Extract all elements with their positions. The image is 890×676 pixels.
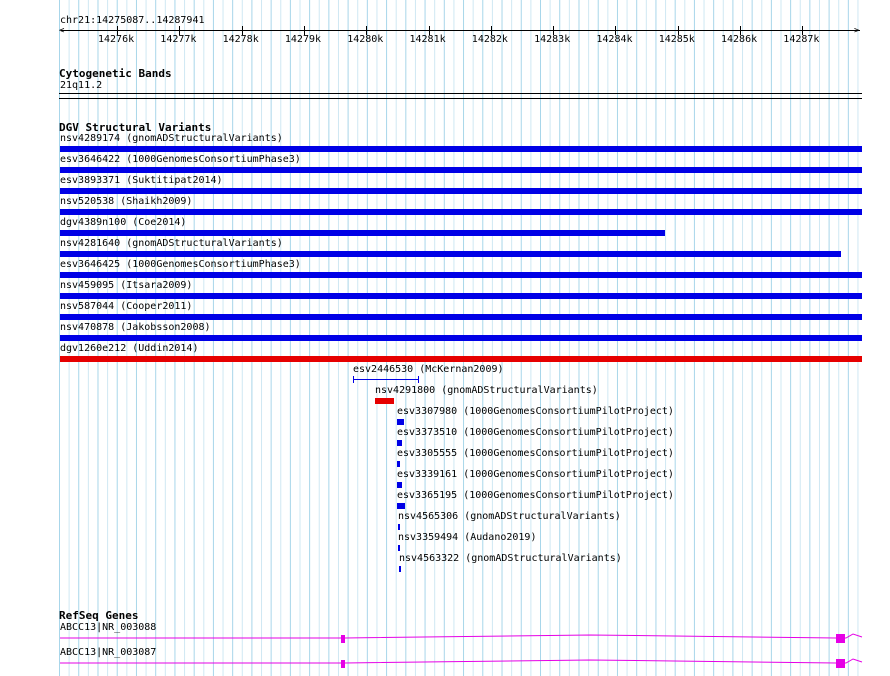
refseq-transcript-model[interactable] — [0, 656, 890, 670]
cytoband-rule-top — [59, 93, 862, 94]
transcript-exon — [836, 634, 845, 643]
dgv-feature-line-cap — [353, 376, 354, 383]
transcript-exon — [836, 659, 845, 668]
locus-label: chr21:14275087..14287941 — [60, 15, 205, 26]
ruler-tick-label: 14277k — [160, 34, 197, 45]
dgv-feature-bar[interactable] — [398, 545, 400, 551]
ruler-tick-label: 14285k — [658, 34, 695, 45]
ruler-tick-label: 14278k — [222, 34, 259, 45]
ruler-tick-label: 14284k — [596, 34, 633, 45]
dgv-feature-label[interactable]: dgv4389n100 (Coe2014) — [60, 217, 186, 229]
dgv-feature-bar[interactable] — [60, 146, 862, 152]
dgv-feature-bar[interactable] — [60, 230, 665, 236]
dgv-feature-label[interactable]: nsv587044 (Cooper2011) — [60, 301, 192, 313]
dgv-feature-bar[interactable] — [397, 440, 402, 446]
dgv-feature-line-cap — [418, 376, 419, 383]
ruler-tick-label: 14287k — [783, 34, 820, 45]
dgv-feature-label[interactable]: nsv4563322 (gnomADStructuralVariants) — [399, 553, 622, 565]
dgv-feature-label[interactable]: nsv4565306 (gnomADStructuralVariants) — [398, 511, 621, 523]
dgv-feature-bar[interactable] — [60, 314, 862, 320]
ruler-tick-label: 14283k — [534, 34, 571, 45]
ruler-tick-label: 14281k — [409, 34, 446, 45]
dgv-feature-bar[interactable] — [375, 398, 394, 404]
dgv-feature-label[interactable]: esv3339161 (1000GenomesConsortiumPilotPr… — [397, 469, 674, 481]
ruler-left-arrow-icon[interactable]: < — [59, 27, 64, 36]
dgv-feature-bar[interactable] — [397, 419, 404, 425]
dgv-feature-label[interactable]: nsv459095 (Itsara2009) — [60, 280, 192, 292]
dgv-feature-label[interactable]: esv3373510 (1000GenomesConsortiumPilotPr… — [397, 427, 674, 439]
transcript-intron-line — [60, 633, 863, 639]
dgv-feature-bar[interactable] — [60, 356, 862, 362]
dgv-feature-label[interactable]: esv3646422 (1000GenomesConsortiumPhase3) — [60, 154, 301, 166]
dgv-feature-bar[interactable] — [398, 524, 400, 530]
cytoband-rule-bottom — [59, 98, 862, 99]
dgv-feature-bar[interactable] — [397, 461, 400, 467]
dgv-feature-bar[interactable] — [60, 335, 862, 341]
dgv-feature-label[interactable]: dgv1260e212 (Uddin2014) — [60, 343, 198, 355]
dgv-feature-bar[interactable] — [60, 272, 862, 278]
dgv-feature-bar[interactable] — [60, 188, 862, 194]
dgv-feature-label[interactable]: esv3365195 (1000GenomesConsortiumPilotPr… — [397, 490, 674, 502]
dgv-feature-label[interactable]: nsv520538 (Shaikh2009) — [60, 196, 192, 208]
transcript-intron-line — [60, 658, 863, 664]
dgv-feature-label[interactable]: nsv4289174 (gnomADStructuralVariants) — [60, 133, 283, 145]
genome-browser-view: chr21:14275087..14287941 < > 14276k 14277… — [0, 0, 890, 676]
refseq-track-title[interactable]: RefSeq Genes — [59, 609, 138, 622]
cytoband-label: 21q11.2 — [60, 80, 103, 91]
dgv-feature-bar[interactable] — [399, 566, 401, 572]
refseq-transcript-model[interactable] — [0, 631, 890, 645]
dgv-feature-label[interactable]: esv3646425 (1000GenomesConsortiumPhase3) — [60, 259, 301, 271]
dgv-feature-label[interactable]: nsv4291800 (gnomADStructuralVariants) — [375, 385, 598, 397]
cytoband-track-title[interactable]: Cytogenetic Bands — [59, 67, 172, 80]
dgv-feature-line[interactable] — [353, 379, 419, 380]
dgv-feature-label[interactable]: esv3305555 (1000GenomesConsortiumPilotPr… — [397, 448, 674, 460]
ruler-tick-label: 14279k — [284, 34, 322, 45]
ruler-tick-label: 14282k — [471, 34, 508, 45]
dgv-feature-bar[interactable] — [60, 209, 862, 215]
dgv-feature-label[interactable]: esv2446530 (McKernan2009) — [353, 364, 504, 376]
dgv-feature-bar[interactable] — [397, 503, 405, 509]
dgv-feature-label[interactable]: nsv470878 (Jakobsson2008) — [60, 322, 211, 334]
ruler-tick-label: 14280k — [347, 34, 384, 45]
dgv-feature-label[interactable]: esv3307980 (1000GenomesConsortiumPilotPr… — [397, 406, 674, 418]
dgv-feature-label[interactable]: nsv4281640 (gnomADStructuralVariants) — [60, 238, 283, 250]
transcript-exon — [341, 635, 345, 643]
dgv-feature-label[interactable]: esv3893371 (Suktitipat2014) — [60, 175, 223, 187]
dgv-feature-bar[interactable] — [60, 293, 862, 299]
dgv-feature-bar[interactable] — [60, 251, 841, 257]
ruler-tick-label: 14276k — [98, 34, 135, 45]
dgv-feature-bar[interactable] — [397, 482, 402, 488]
ruler-tick-label: 14286k — [721, 34, 758, 45]
dgv-feature-label[interactable]: nsv3359494 (Audano2019) — [398, 532, 536, 544]
ruler-right-arrow-icon[interactable]: > — [854, 27, 859, 36]
dgv-feature-bar[interactable] — [60, 167, 862, 173]
transcript-exon — [341, 660, 345, 668]
